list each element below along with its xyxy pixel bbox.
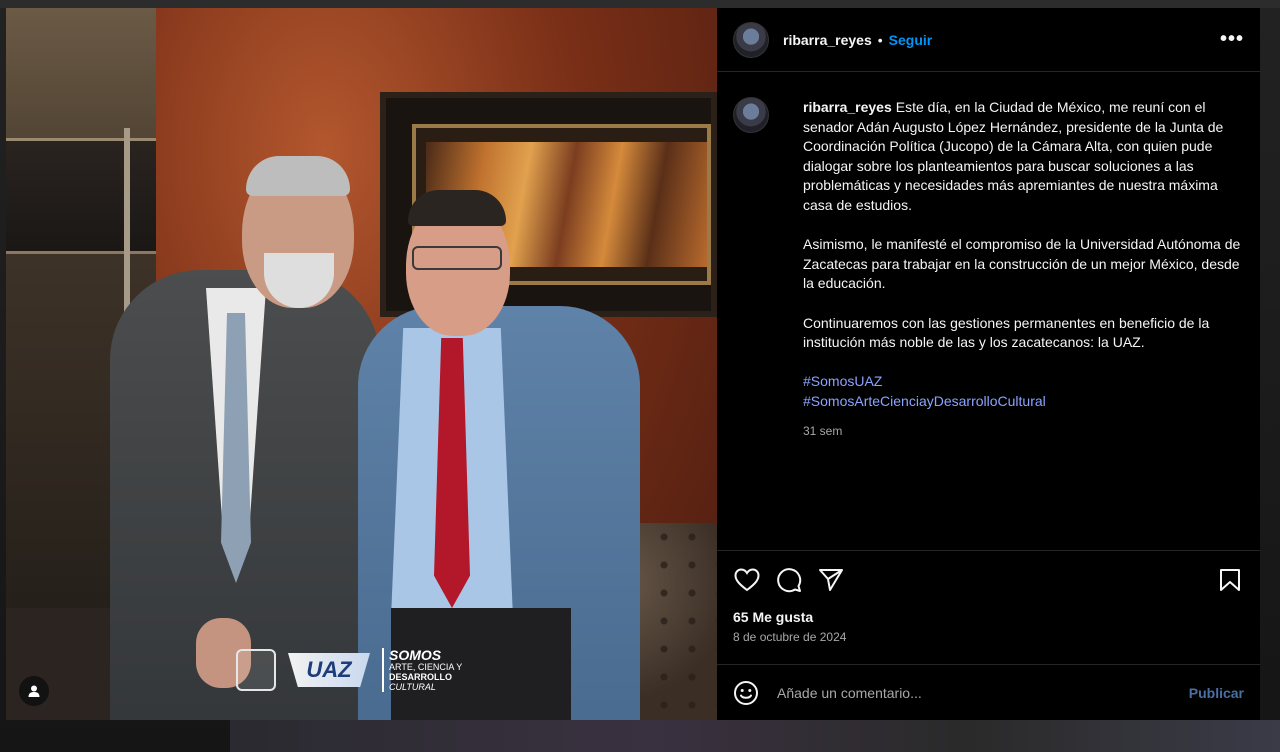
background-bottom-strip (230, 720, 1280, 752)
somos-logo-line2: DESARROLLO (389, 672, 452, 682)
emoji-icon[interactable] (733, 680, 759, 706)
likes-count[interactable]: 65 Me gusta (733, 609, 1244, 625)
comment-icon (777, 568, 802, 593)
header-username[interactable]: ribarra_reyes (783, 32, 872, 48)
follow-button[interactable]: Seguir (889, 32, 933, 48)
post-time: 31 sem (803, 423, 843, 438)
post-header: ribarra_reyes • Seguir ••• (717, 8, 1260, 72)
caption-paragraph-1: ribarra_reyes Este día, en la Ciudad de M… (803, 98, 1244, 216)
caption-username[interactable]: ribarra_reyes (803, 99, 892, 115)
tagged-people-button[interactable] (19, 676, 49, 706)
somos-logo-line1: ARTE, CIENCIA Y (389, 662, 463, 672)
somos-logo: SOMOS ARTE, CIENCIA Y DESARROLLO CULTURA… (382, 648, 462, 692)
more-icon[interactable]: ••• (1220, 28, 1244, 51)
somos-logo-title: SOMOS (389, 647, 442, 663)
photo-person-left-hair (246, 156, 350, 196)
photo-person-right-glasses (412, 246, 502, 270)
photo-glass-panel (6, 138, 156, 254)
photo-logos: UAZ SOMOS ARTE, CIENCIA Y DESARROLLO CUL… (236, 648, 462, 692)
background-top-strip (0, 0, 1280, 8)
post-date: 8 de octubre de 2024 (733, 630, 847, 644)
hashtag-link[interactable]: #SomosArteCienciayDesarrolloCultural (803, 392, 1244, 412)
save-button[interactable] (1216, 566, 1244, 594)
post-modal: UAZ SOMOS ARTE, CIENCIA Y DESARROLLO CUL… (6, 8, 1260, 720)
hashtag-link[interactable]: #SomosUAZ (803, 372, 1244, 392)
caption-paragraph-3: Continuaremos con las gestiones permanen… (803, 314, 1210, 351)
heart-icon (734, 568, 760, 592)
hashtags: #SomosUAZ #SomosArteCienciayDesarrolloCu… (803, 372, 1244, 411)
header-separator: • (877, 31, 883, 48)
photo-person-right-hair (408, 190, 506, 226)
uaz-logo-text: UAZ (306, 657, 352, 682)
post-actions-section: 65 Me gusta 8 de octubre de 2024 (717, 550, 1260, 664)
person-icon (28, 685, 40, 697)
avatar[interactable] (733, 21, 769, 58)
bookmark-icon (1220, 569, 1240, 591)
uaz-logo: UAZ (288, 653, 370, 687)
somos-logo-line3: CULTURAL (389, 682, 436, 692)
caption-avatar[interactable] (733, 97, 769, 133)
comment-input[interactable] (775, 683, 1189, 702)
post-side-panel: ribarra_reyes • Seguir ••• ribarra_reyes… (717, 8, 1260, 720)
action-bar (733, 565, 1244, 595)
university-seal-logo (236, 649, 276, 691)
comment-bar: Publicar (717, 664, 1260, 720)
caption-area: ribarra_reyes Este día, en la Ciudad de M… (717, 72, 1260, 550)
post-photo: UAZ SOMOS ARTE, CIENCIA Y DESARROLLO CUL… (6, 8, 717, 720)
comment-button[interactable] (775, 566, 803, 594)
share-icon (819, 569, 843, 591)
caption-paragraph-2: Asimismo, le manifesté el compromiso de … (803, 236, 1241, 292)
publish-button[interactable]: Publicar (1189, 685, 1244, 701)
caption-text: ribarra_reyes Este día, en la Ciudad de M… (803, 98, 1244, 550)
like-button[interactable] (733, 566, 761, 594)
caption-paragraph-1-text: Este día, en la Ciudad de México, me reu… (803, 99, 1224, 213)
share-button[interactable] (817, 566, 845, 594)
